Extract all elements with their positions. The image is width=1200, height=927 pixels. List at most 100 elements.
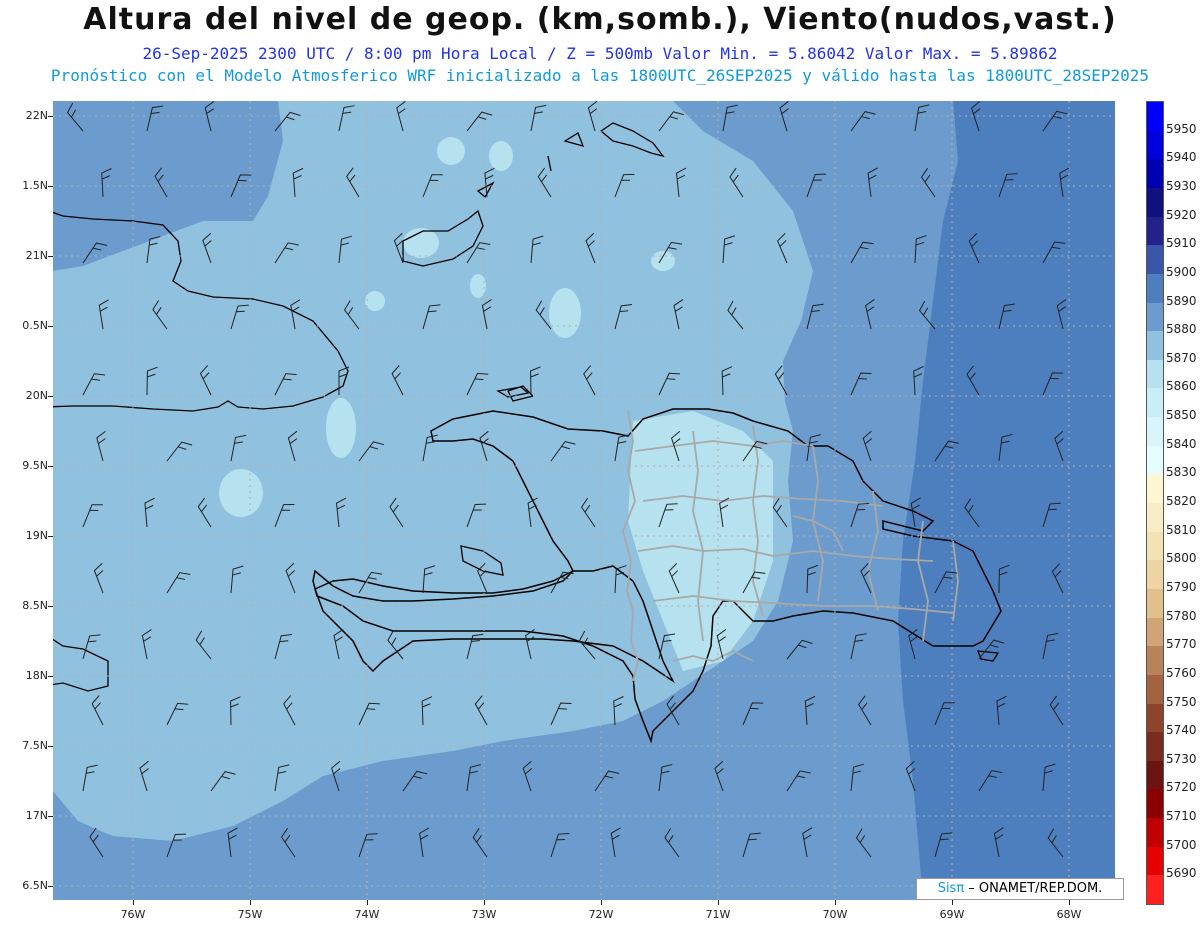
color-bar-label: 5930 xyxy=(1166,178,1197,193)
color-bar-segment xyxy=(1147,388,1163,418)
lon-tick xyxy=(601,900,602,905)
color-bar-label: 5910 xyxy=(1166,236,1197,251)
color-bar-label: 5760 xyxy=(1166,665,1197,680)
lat-label: 19N xyxy=(25,529,48,542)
lon-label: 74W xyxy=(354,908,380,921)
color-bar-segment xyxy=(1147,474,1163,504)
color-bar-segment xyxy=(1147,445,1163,475)
color-bar-label: 5750 xyxy=(1166,694,1197,709)
color-bar-label: 5810 xyxy=(1166,522,1197,537)
lat-label: 9.5N xyxy=(22,459,48,472)
lon-label: 70W xyxy=(822,908,848,921)
lon-label: 75W xyxy=(237,908,263,921)
color-bar-segment xyxy=(1147,245,1163,275)
color-bar-segment xyxy=(1147,130,1163,160)
lon-label: 69W xyxy=(939,908,965,921)
lat-label: 1.5N xyxy=(22,179,48,192)
lat-label: 18N xyxy=(25,669,48,682)
color-bar-segment xyxy=(1147,646,1163,676)
lon-tick xyxy=(250,900,251,905)
color-bar-label: 5840 xyxy=(1166,436,1197,451)
color-bar-segment xyxy=(1147,331,1163,361)
lat-label: 6.5N xyxy=(22,879,48,892)
lat-label: 22N xyxy=(25,109,48,122)
map-title: Altura del nivel de geop. (km,somb.), Vi… xyxy=(83,2,1117,37)
color-bar-segment xyxy=(1147,875,1163,905)
color-bar-segment xyxy=(1147,703,1163,733)
lon-label: 71W xyxy=(705,908,731,921)
lon-label: 73W xyxy=(471,908,497,921)
lat-label: 8.5N xyxy=(22,599,48,612)
color-bar-segment xyxy=(1147,617,1163,647)
credit-text: – ONAMET/REP.DOM. xyxy=(964,881,1103,896)
color-bar-segment xyxy=(1147,273,1163,303)
map-subtitle: 26-Sep-2025 2300 UTC / 8:00 pm Hora Loca… xyxy=(142,44,1058,63)
color-bar-label: 5710 xyxy=(1166,809,1197,824)
color-bar-segment xyxy=(1147,588,1163,619)
color-bar-segment xyxy=(1147,760,1163,790)
color-bar-segment xyxy=(1147,102,1163,132)
lon-label: 68W xyxy=(1056,908,1082,921)
lon-tick xyxy=(484,900,485,905)
color-bar-label: 5780 xyxy=(1166,608,1197,623)
lat-label: 17N xyxy=(25,809,48,822)
color-bar-label: 5720 xyxy=(1166,780,1197,795)
color-bar-label: 5940 xyxy=(1166,150,1197,165)
color-bar-segment xyxy=(1147,732,1163,762)
lat-tick xyxy=(48,326,53,327)
lat-label: 0.5N xyxy=(22,319,48,332)
color-bar-segment xyxy=(1147,674,1163,704)
lat-label: 20N xyxy=(25,389,48,402)
lat-label: 21N xyxy=(25,249,48,262)
color-bar xyxy=(1146,101,1164,905)
color-bar-segment xyxy=(1147,503,1163,533)
lon-label: 72W xyxy=(588,908,614,921)
lat-tick xyxy=(48,116,53,117)
lon-tick xyxy=(718,900,719,905)
lon-tick xyxy=(367,900,368,905)
lon-label: 76W xyxy=(120,908,146,921)
color-bar-segment xyxy=(1147,531,1163,561)
color-bar-label: 5730 xyxy=(1166,751,1197,766)
color-bar-label: 5900 xyxy=(1166,264,1197,279)
lat-label: 7.5N xyxy=(22,739,48,752)
lat-tick xyxy=(48,816,53,817)
color-bar-segment xyxy=(1147,159,1163,189)
color-bar-label: 5690 xyxy=(1166,866,1197,881)
color-bar-segment xyxy=(1147,302,1163,332)
color-bar-label: 5820 xyxy=(1166,494,1197,508)
lon-tick xyxy=(835,900,836,905)
color-bar-label: 5890 xyxy=(1166,293,1197,308)
lon-tick xyxy=(133,900,134,905)
color-bar-label: 5830 xyxy=(1166,465,1197,480)
lon-tick xyxy=(952,900,953,905)
color-bar-label: 5870 xyxy=(1166,350,1197,365)
color-bar-label: 5950 xyxy=(1166,121,1197,136)
color-bar-label: 5800 xyxy=(1166,551,1197,566)
color-bar-segment xyxy=(1147,417,1163,447)
lat-tick xyxy=(48,396,53,397)
lat-tick xyxy=(48,606,53,607)
lat-tick xyxy=(48,256,53,257)
lat-tick xyxy=(48,536,53,537)
color-bar-segment xyxy=(1147,359,1163,389)
lat-tick xyxy=(48,886,53,887)
lat-tick xyxy=(48,746,53,747)
color-bar-segment xyxy=(1147,789,1163,819)
color-bar-label: 5880 xyxy=(1166,322,1197,337)
color-bar-label: 5920 xyxy=(1166,207,1197,222)
lat-tick xyxy=(48,186,53,187)
lat-tick xyxy=(48,676,53,677)
credit-box: Sisπ – ONAMET/REP.DOM. xyxy=(916,878,1124,900)
color-bar-label: 5700 xyxy=(1166,837,1197,852)
model-info: Pronóstico con el Modelo Atmosferico WRF… xyxy=(50,66,1150,85)
sispi-logo: Sisπ xyxy=(937,881,965,896)
geopotential-map[interactable] xyxy=(53,101,1115,900)
color-bar-label: 5860 xyxy=(1166,379,1197,394)
color-bar-segment xyxy=(1147,846,1163,876)
color-bar-label: 5770 xyxy=(1166,637,1197,652)
color-bar-label: 5850 xyxy=(1166,408,1197,423)
color-bar-segment xyxy=(1147,560,1163,590)
color-bar-label: 5790 xyxy=(1166,579,1197,594)
color-bar-label: 5740 xyxy=(1166,723,1197,738)
